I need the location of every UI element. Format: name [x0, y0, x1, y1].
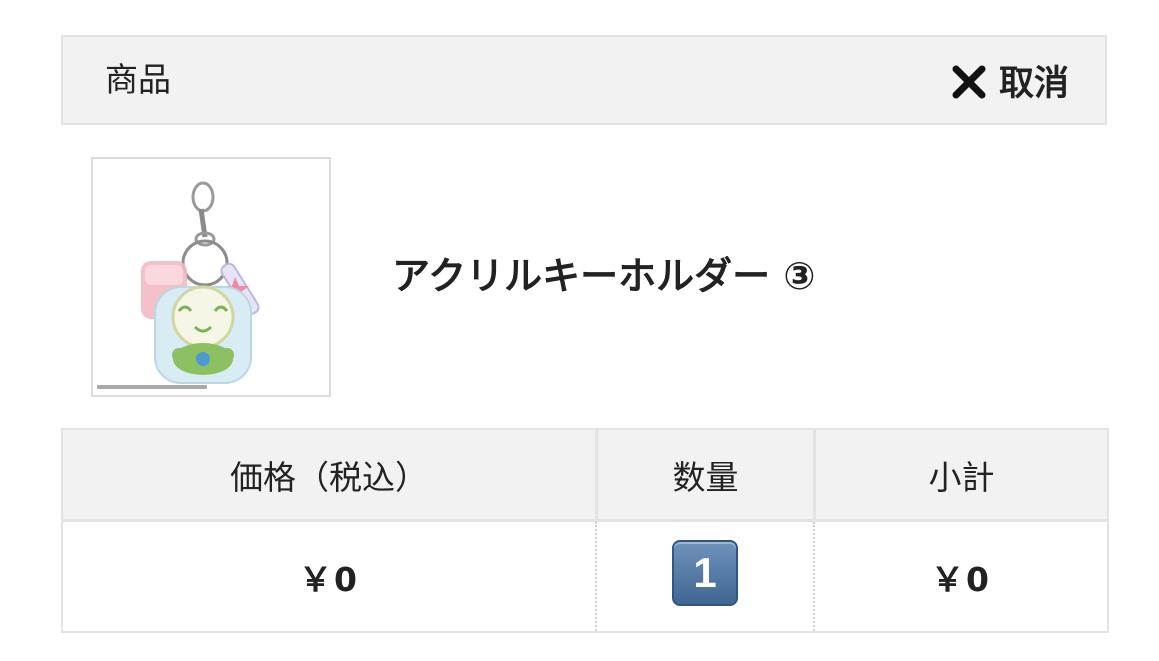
cancel-button[interactable]: 取消 [951, 37, 1069, 123]
close-icon [952, 65, 986, 99]
subtotal-value: ￥0 [931, 559, 991, 599]
table-row: ￥0 1 ￥0 [63, 522, 1107, 631]
table-header-row: 価格（税込） 数量 小計 [63, 430, 1107, 522]
order-table: 価格（税込） 数量 小計 ￥0 1 ￥0 [61, 428, 1109, 633]
subtotal-header: 小計 [813, 430, 1107, 519]
acrylic-keychain-image [97, 181, 260, 389]
header-title: 商品 [105, 60, 171, 99]
product-name: アクリルキーホルダー ③ [392, 254, 816, 298]
price-header: 価格（税込） [230, 457, 428, 497]
product-thumbnail[interactable] [91, 157, 331, 397]
quantity-value[interactable]: 1 [672, 539, 738, 606]
price-value: ￥0 [299, 559, 359, 599]
quantity-header: 数量 [595, 430, 813, 519]
cart-header: 商品 取消 [61, 35, 1107, 125]
cancel-label: 取消 [998, 63, 1069, 104]
